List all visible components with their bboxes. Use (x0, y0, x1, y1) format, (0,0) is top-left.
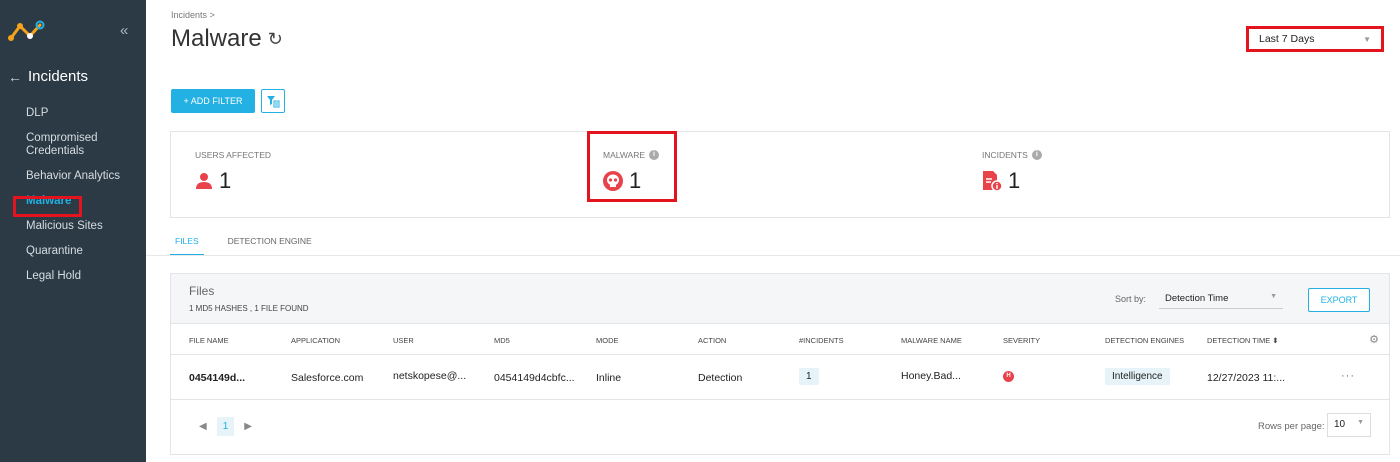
column-header-user[interactable]: USER (393, 336, 414, 345)
cell-application: Salesforce.com (291, 372, 364, 384)
column-header-severity[interactable]: SEVERITY (1003, 336, 1040, 345)
sidebar-item-compromised-credentials[interactable]: Compromised Credentials (26, 132, 141, 158)
column-header-detection-time[interactable]: DETECTION TIME ⬍ (1207, 336, 1279, 345)
cell-md5: 0454149d4cbfc... (494, 372, 575, 384)
refresh-icon[interactable]: ↻ (268, 29, 283, 50)
rows-per-page-select[interactable]: 10 ▼ (1327, 413, 1371, 437)
rows-per-page-value: 10 (1334, 419, 1346, 430)
sidebar-item-legal-hold[interactable]: Legal Hold (26, 270, 141, 283)
date-range-select[interactable]: Last 7 Days ▼ (1246, 26, 1384, 52)
export-button[interactable]: EXPORT (1308, 288, 1370, 312)
sidebar-item-malicious-sites[interactable]: Malicious Sites (26, 220, 141, 233)
tab-files[interactable]: FILES (170, 236, 204, 256)
stat-label: INCIDENTS (982, 150, 1028, 160)
date-range-value: Last 7 Days (1259, 33, 1315, 45)
stat-value-row: 1 (195, 168, 271, 194)
page-number[interactable]: 1 (216, 417, 235, 436)
files-title: Files (189, 284, 215, 298)
next-page-icon[interactable]: ▶ (244, 421, 252, 432)
sort-value: Detection Time (1165, 293, 1229, 304)
incident-report-icon (983, 171, 1002, 192)
stat-label-row: INCIDENTS i (982, 150, 1042, 160)
column-header-file-name[interactable]: FILE NAME (189, 336, 229, 345)
page-title-row: Malware ↻ (171, 25, 283, 53)
column-header-md5[interactable]: MD5 (494, 336, 510, 345)
main-content: Incidents > Malware ↻ Last 7 Days ▼ + AD… (146, 0, 1400, 462)
breadcrumb[interactable]: Incidents > (171, 10, 215, 20)
pagination: ◀ 1 ▶ (199, 417, 252, 436)
filter-icon (267, 96, 280, 108)
stat-incidents: INCIDENTS i 1 (982, 150, 1042, 194)
tabs: FILES DETECTION ENGINE (170, 236, 312, 256)
column-header-action[interactable]: ACTION (698, 336, 726, 345)
sidebar-item-quarantine[interactable]: Quarantine (26, 245, 141, 258)
add-filter-button[interactable]: + ADD FILTER (171, 89, 255, 113)
files-panel: Files 1 MD5 HASHES , 1 FILE FOUND Sort b… (170, 273, 1390, 455)
user-icon (196, 173, 212, 189)
column-header-application[interactable]: APPLICATION (291, 336, 340, 345)
cell-user: netskopese@... (393, 370, 467, 382)
column-header-detection-engines[interactable]: DETECTION ENGINES (1105, 336, 1184, 345)
malware-stat-highlight-box (587, 131, 677, 202)
cell-mode: Inline (596, 372, 622, 384)
cell-malware-name: Honey.Bad... (901, 370, 961, 382)
table-row[interactable]: 0454149d... Salesforce.com netskopese@..… (171, 356, 1389, 400)
cell-incidents-badge[interactable]: 1 (799, 368, 819, 385)
stat-value: 1 (219, 168, 232, 193)
stat-users-affected: USERS AFFECTED 1 (195, 150, 271, 194)
sidebar-section-incidents[interactable]: ← Incidents (8, 68, 88, 85)
more-actions-icon[interactable]: ··· (1341, 370, 1355, 382)
saved-filters-button[interactable] (261, 89, 285, 113)
stat-label: USERS AFFECTED (195, 150, 272, 160)
netskope-logo-icon (8, 20, 45, 41)
stat-value: 1 (1008, 168, 1021, 193)
sidebar-item-behavior-analytics[interactable]: Behavior Analytics (26, 170, 141, 183)
info-icon[interactable]: i (1031, 150, 1042, 160)
files-summary: 1 MD5 HASHES , 1 FILE FOUND (189, 304, 309, 313)
chevron-down-icon: ▼ (1357, 419, 1364, 426)
rows-per-page-label: Rows per page: (1258, 421, 1325, 432)
app-root: « ← Incidents DLP Compromised Credential… (0, 0, 1400, 462)
back-arrow-icon[interactable]: ← (8, 69, 22, 85)
page-title: Malware (171, 25, 262, 52)
column-header-malware-name[interactable]: MALWARE NAME (901, 336, 962, 345)
gear-icon[interactable]: ⚙ (1369, 333, 1379, 346)
table-header: FILE NAME APPLICATION USER MD5 MODE ACTI… (171, 325, 1389, 355)
cell-file-name[interactable]: 0454149d... (189, 372, 245, 384)
sort-label: Sort by: (1115, 294, 1147, 304)
files-panel-header: Files 1 MD5 HASHES , 1 FILE FOUND Sort b… (171, 274, 1389, 324)
collapse-sidebar-icon[interactable]: « (120, 22, 128, 39)
prev-page-icon[interactable]: ◀ (199, 421, 207, 432)
tab-divider (146, 255, 1400, 256)
tab-detection-engine[interactable]: DETECTION ENGINE (228, 236, 312, 256)
sidebar: « ← Incidents DLP Compromised Credential… (0, 0, 146, 462)
sidebar-item-dlp[interactable]: DLP (26, 107, 141, 120)
column-header-incidents[interactable]: #INCIDENTS (799, 336, 844, 345)
chevron-down-icon: ▼ (1363, 34, 1371, 44)
sidebar-section-title: Incidents (28, 68, 89, 85)
chevron-down-icon: ▼ (1270, 293, 1277, 300)
cell-detection-engine-badge: Intelligence (1105, 368, 1170, 385)
stat-value-row: 1 (982, 168, 1042, 194)
cell-detection-time: 12/27/2023 11:... (1207, 372, 1286, 384)
malware-highlight-box (13, 196, 82, 217)
severity-high-icon: H (1003, 371, 1014, 382)
column-header-mode[interactable]: MODE (596, 336, 619, 345)
cell-action: Detection (698, 372, 743, 384)
sort-select[interactable]: Detection Time ▼ (1159, 289, 1283, 309)
stats-panel: USERS AFFECTED 1 MALWARE i 1 INCIDENTS i… (170, 131, 1390, 218)
